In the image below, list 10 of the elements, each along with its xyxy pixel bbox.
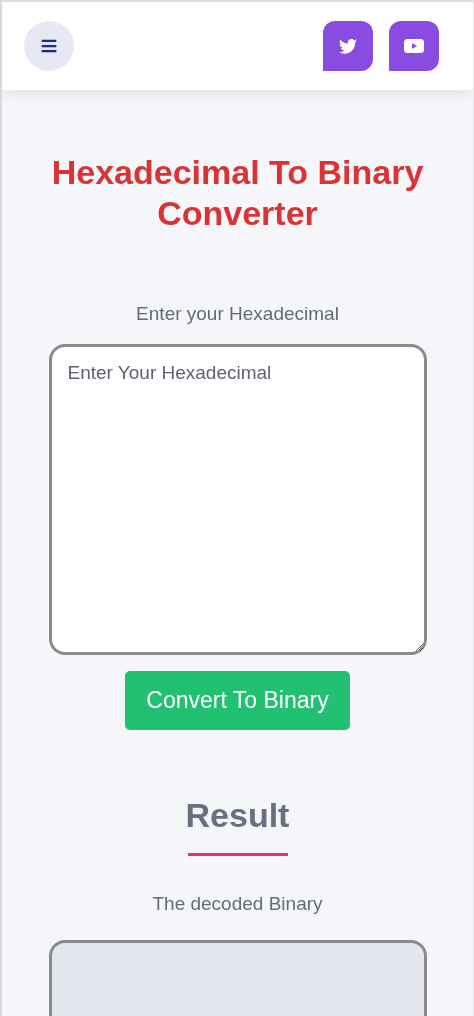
page-title: Hexadecimal To Binary Converter xyxy=(50,152,425,234)
social-button[interactable] xyxy=(323,21,373,71)
video-button[interactable] xyxy=(389,21,439,71)
play-icon xyxy=(404,39,424,53)
result-heading: Result xyxy=(185,794,290,836)
hex-input-field[interactable]: Enter Your Hexadecimal xyxy=(48,344,427,656)
input-label: Enter your Hexadecimal xyxy=(136,301,339,326)
bird-icon xyxy=(339,38,357,54)
menu-button[interactable]: ≡ xyxy=(24,21,74,71)
output-label: The decoded Binary xyxy=(152,891,323,916)
